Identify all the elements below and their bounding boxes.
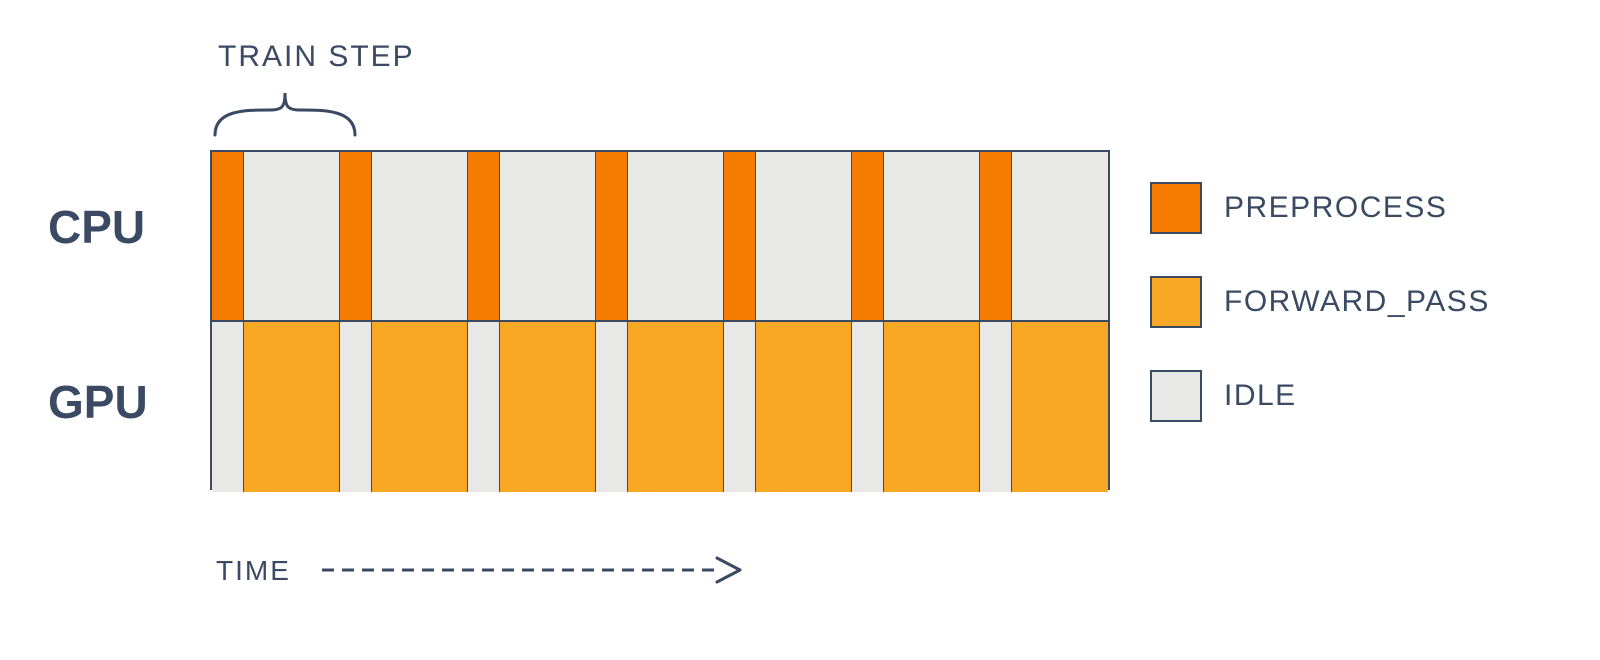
time-axis-label: TIME — [216, 555, 291, 587]
timeline-segment-preprocess — [212, 152, 244, 320]
legend-swatch-idle — [1150, 370, 1202, 422]
timeline-segment-forward_pass — [628, 322, 724, 492]
timeline-segment-idle — [468, 322, 500, 492]
timeline-segment-idle — [244, 152, 340, 320]
timeline-segment-forward_pass — [500, 322, 596, 492]
timeline-segment-idle — [500, 152, 596, 320]
arrow-right-icon — [322, 552, 742, 588]
cpu-row-label: CPU — [48, 200, 145, 254]
legend-label-preprocess: PREPROCESS — [1224, 191, 1447, 225]
timeline-chart — [210, 150, 1110, 490]
timeline-segment-preprocess — [340, 152, 372, 320]
timeline-segment-idle — [1012, 152, 1108, 320]
legend-item-preprocess: PREPROCESS — [1150, 182, 1490, 234]
train-step-label: TRAIN STEP — [218, 40, 415, 74]
legend-label-forward-pass: FORWARD_PASS — [1224, 285, 1490, 319]
gpu-row — [212, 322, 1108, 492]
timeline-segment-idle — [724, 322, 756, 492]
timeline-segment-idle — [628, 152, 724, 320]
timeline-segment-preprocess — [468, 152, 500, 320]
timeline-segment-idle — [340, 322, 372, 492]
timeline-segment-idle — [884, 152, 980, 320]
timeline-segment-idle — [596, 322, 628, 492]
timeline-segment-idle — [212, 322, 244, 492]
timeline-segment-forward_pass — [1012, 322, 1108, 492]
legend-swatch-preprocess — [1150, 182, 1202, 234]
timeline-segment-forward_pass — [756, 322, 852, 492]
brace-icon — [210, 85, 360, 140]
legend: PREPROCESS FORWARD_PASS IDLE — [1150, 182, 1490, 422]
timeline-segment-forward_pass — [372, 322, 468, 492]
timeline-segment-preprocess — [724, 152, 756, 320]
timeline-segment-idle — [852, 322, 884, 492]
timeline-segment-preprocess — [980, 152, 1012, 320]
timeline-segment-preprocess — [596, 152, 628, 320]
legend-label-idle: IDLE — [1224, 379, 1297, 413]
timeline-segment-idle — [372, 152, 468, 320]
cpu-row — [212, 152, 1108, 322]
timeline-segment-preprocess — [852, 152, 884, 320]
timeline-segment-idle — [756, 152, 852, 320]
legend-item-forward-pass: FORWARD_PASS — [1150, 276, 1490, 328]
legend-swatch-forward-pass — [1150, 276, 1202, 328]
legend-item-idle: IDLE — [1150, 370, 1490, 422]
timeline-segment-forward_pass — [884, 322, 980, 492]
gpu-row-label: GPU — [48, 375, 148, 429]
timeline-segment-idle — [980, 322, 1012, 492]
timeline-segment-forward_pass — [244, 322, 340, 492]
